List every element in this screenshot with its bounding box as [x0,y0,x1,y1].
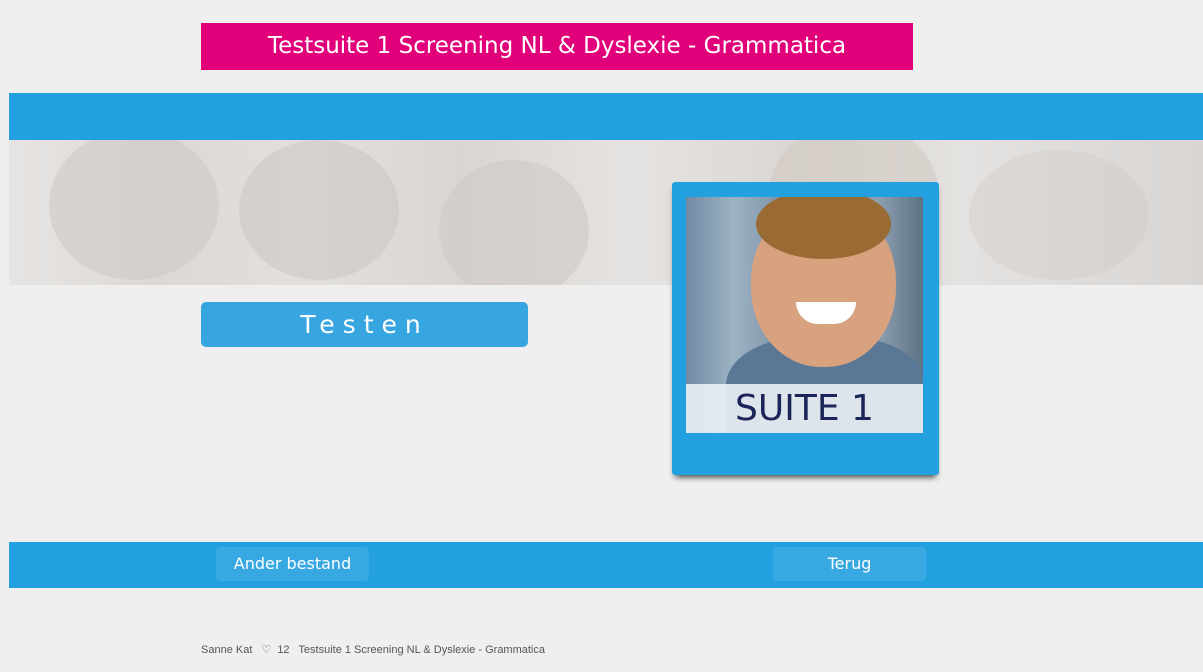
top-nav-bar [9,93,1203,140]
start-test-button[interactable]: Testen [201,302,528,347]
heart-icon: ♡ [261,644,272,656]
likes-count: 12 [277,644,290,656]
other-file-button[interactable]: Ander bestand [216,547,369,581]
page-title: Testsuite 1 Screening NL & Dyslexie - Gr… [201,23,913,70]
header-photo-banner [9,140,1203,285]
suite-label: SUITE 1 [686,384,923,433]
suite-card[interactable]: SUITE 1 [672,182,939,475]
bottom-nav-bar: Ander bestand Terug [9,542,1203,588]
suite-name: Testsuite 1 Screening NL & Dyslexie - Gr… [298,644,545,656]
suite-photo: SUITE 1 [686,197,923,433]
status-footer: Sanne Kat ♡ 12 Testsuite 1 Screening NL &… [201,643,551,656]
back-button[interactable]: Terug [773,547,926,581]
user-name: Sanne Kat [201,644,253,656]
